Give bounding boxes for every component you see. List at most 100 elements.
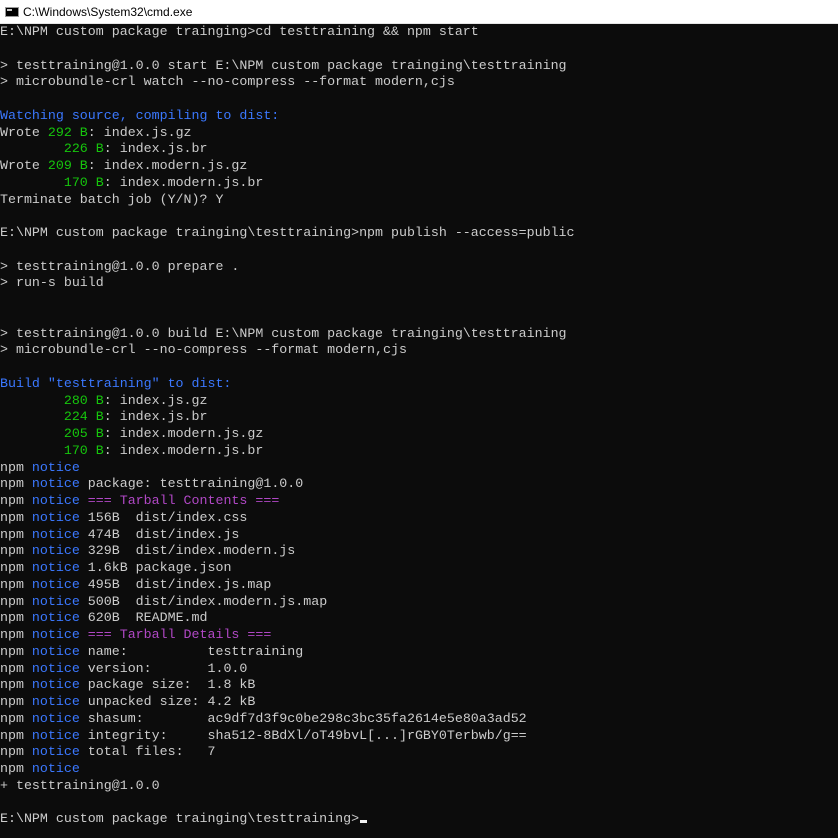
console-text: npm	[0, 543, 32, 559]
console-text: : index.js.br	[103, 409, 208, 425]
console-text: 224 B	[63, 409, 104, 425]
console-text: notice	[31, 727, 80, 743]
console-line: 205 B: index.modern.js.gz	[0, 426, 838, 443]
console-text: 170 B	[63, 174, 104, 190]
console-line: npm notice 500B dist/index.modern.js.map	[0, 594, 838, 611]
console-line: > testtraining@1.0.0 build E:\NPM custom…	[0, 326, 838, 343]
console-line: Build "testtraining" to dist:	[0, 376, 838, 393]
console-text: > testtraining@1.0.0 prepare .	[0, 258, 240, 274]
console-text: notice	[31, 744, 80, 760]
console-text: E:\NPM custom package trainging>cd testt…	[0, 24, 479, 39]
console-text: 620B README.md	[79, 610, 208, 626]
console-text: npm	[0, 627, 32, 642]
console-text: : index.modern.js.br	[103, 174, 264, 190]
console-line: npm notice	[0, 761, 838, 778]
console-text: 292 B	[47, 124, 88, 140]
console-output[interactable]: E:\NPM custom package trainging>cd testt…	[0, 24, 838, 838]
console-text: Watching source, compiling to dist:	[0, 107, 280, 123]
console-text: 170 B	[63, 442, 104, 458]
console-text: > run-s build	[0, 275, 104, 291]
console-line: npm notice version: 1.0.0	[0, 661, 838, 678]
console-text: notice	[31, 643, 80, 659]
console-text: npm	[0, 576, 32, 592]
console-line: npm notice unpacked size: 4.2 kB	[0, 694, 838, 711]
console-text: unpacked size: 4.2 kB	[79, 694, 256, 709]
console-text: package size: 1.8 kB	[79, 677, 256, 693]
console-line: npm notice integrity: sha512-8BdXl/oT49b…	[0, 728, 838, 745]
console-text: npm	[0, 593, 32, 609]
console-line: > microbundle-crl --no-compress --format…	[0, 342, 838, 359]
console-text: Wrote	[0, 158, 48, 173]
console-line: Terminate batch job (Y/N)? Y	[0, 192, 838, 209]
console-text: notice	[31, 526, 80, 542]
console-text: 495B dist/index.js.map	[79, 576, 272, 592]
console-text: > microbundle-crl watch --no-compress --…	[0, 74, 455, 90]
console-line: npm notice 495B dist/index.js.map	[0, 577, 838, 594]
console-line: 224 B: index.js.br	[0, 409, 838, 426]
console-text: === Tarball Contents ===	[79, 493, 280, 508]
console-line: npm notice 156B dist/index.css	[0, 510, 838, 527]
cmd-icon	[5, 6, 19, 17]
console-text: notice	[31, 710, 80, 726]
console-text: notice	[31, 476, 80, 492]
console-text: : index.js.gz	[87, 124, 192, 140]
console-text: notice	[31, 493, 80, 508]
console-text: notice	[31, 677, 80, 693]
console-text: 1.6kB package.json	[79, 560, 232, 575]
console-line: Wrote 209 B: index.modern.js.gz	[0, 158, 838, 175]
console-text: notice	[31, 576, 80, 592]
console-line: npm notice === Tarball Contents ===	[0, 493, 838, 510]
console-text: npm	[0, 509, 32, 525]
console-text: npm	[0, 476, 32, 492]
console-line: > testtraining@1.0.0 prepare .	[0, 259, 838, 276]
console-line: E:\NPM custom package trainging\testtrai…	[0, 225, 838, 242]
window-titlebar[interactable]: C:\Windows\System32\cmd.exe	[0, 0, 838, 24]
console-text: > microbundle-crl --no-compress --format…	[0, 342, 407, 358]
console-text: npm	[0, 493, 32, 508]
console-text: notice	[31, 543, 80, 559]
console-text: : index.js.br	[103, 141, 208, 157]
console-text: notice	[31, 610, 80, 626]
console-text: notice	[31, 509, 80, 525]
console-line: 280 B: index.js.gz	[0, 393, 838, 410]
console-text: Wrote	[0, 124, 48, 140]
console-line: > run-s build	[0, 275, 838, 292]
console-text: 205 B	[63, 426, 104, 441]
console-line: npm notice shasum: ac9df7d3f9c0be298c3bc…	[0, 711, 838, 728]
console-line: 170 B: index.modern.js.br	[0, 443, 838, 460]
console-text: 209 B	[47, 158, 88, 173]
console-text: E:\NPM custom package trainging\testtrai…	[0, 811, 360, 827]
console-line: npm notice total files: 7	[0, 744, 838, 761]
window-title: C:\Windows\System32\cmd.exe	[23, 4, 193, 19]
console-line: E:\NPM custom package trainging>cd testt…	[0, 24, 838, 41]
console-text: === Tarball Details ===	[79, 627, 272, 642]
console-text: Build "testtraining" to dist:	[0, 375, 232, 391]
console-text: npm	[0, 694, 32, 709]
console-text: npm	[0, 677, 32, 693]
console-text: npm	[0, 459, 32, 475]
console-text: npm	[0, 660, 32, 676]
console-text: 226 B	[63, 141, 104, 157]
console-text: 156B dist/index.css	[79, 509, 248, 525]
console-text: npm	[0, 643, 32, 659]
console-text: : index.js.gz	[103, 392, 208, 408]
console-text: 329B dist/index.modern.js	[79, 543, 296, 559]
console-line: > microbundle-crl watch --no-compress --…	[0, 74, 838, 91]
console-text: shasum: ac9df7d3f9c0be298c3bc35fa2614e5e…	[79, 710, 527, 726]
console-text: Terminate batch job (Y/N)? Y	[0, 191, 224, 207]
console-text: package: testtraining@1.0.0	[79, 476, 304, 492]
console-text: integrity: sha512-8BdXl/oT49bvL[...]rGBY…	[79, 727, 527, 743]
console-line: 170 B: index.modern.js.br	[0, 175, 838, 192]
console-line: npm notice	[0, 460, 838, 477]
